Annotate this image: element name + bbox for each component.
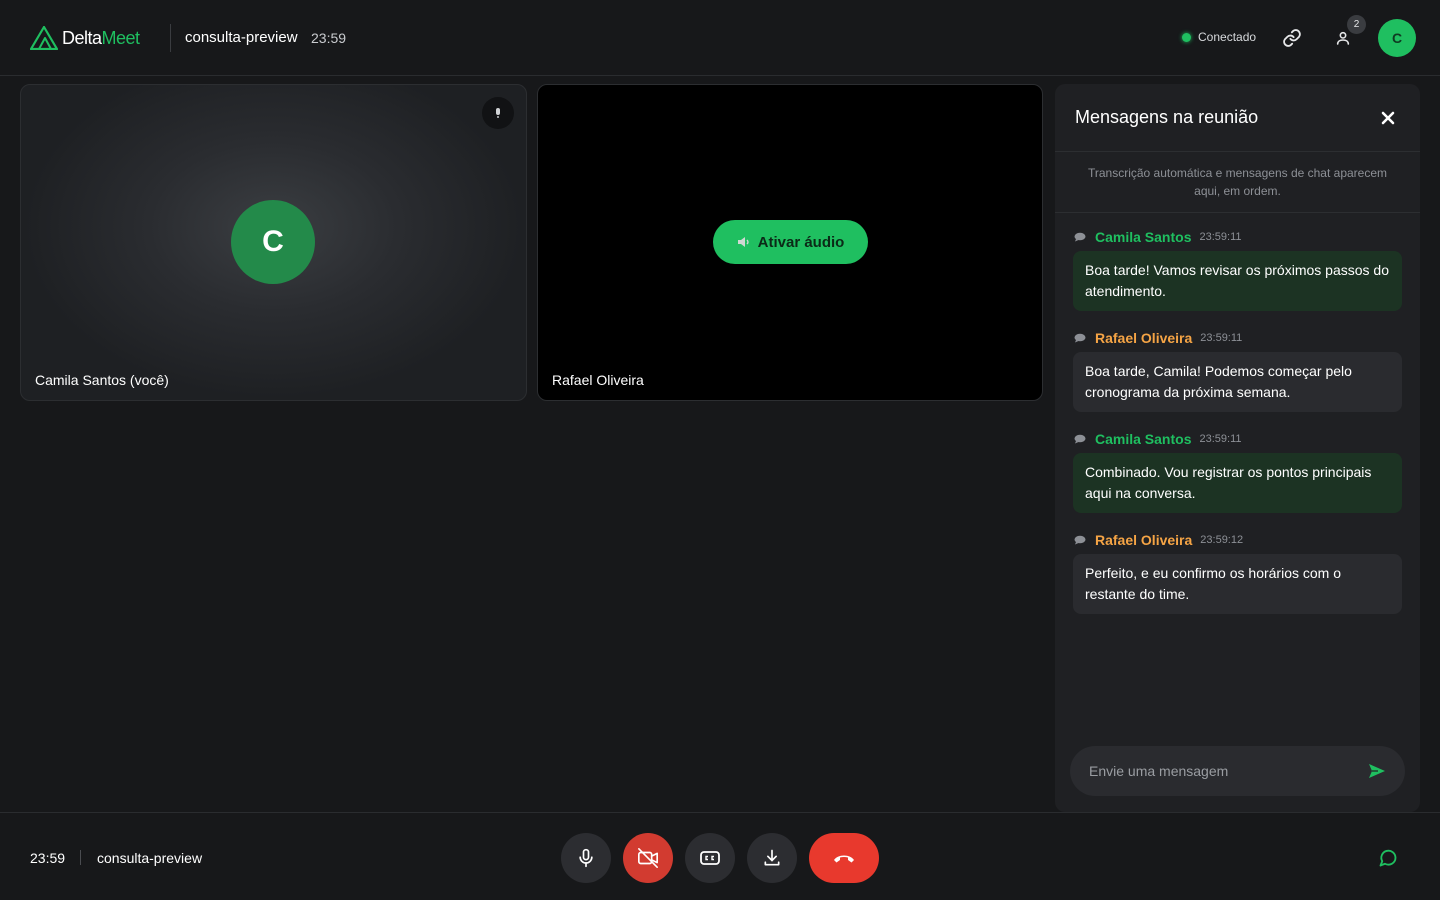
message-author: Camila Santos xyxy=(1095,431,1192,447)
chat-header: Mensagens na reunião xyxy=(1055,84,1420,152)
message-author: Rafael Oliveira xyxy=(1095,532,1193,548)
message-text: Perfeito, e eu confirmo os horários com … xyxy=(1073,554,1402,614)
toggle-camera-button[interactable] xyxy=(623,833,673,883)
send-icon xyxy=(1369,764,1385,778)
meeting-clock: 23:59 xyxy=(311,30,347,46)
chat-bubble-icon xyxy=(1074,434,1086,444)
message-time: 23:59:11 xyxy=(1200,332,1243,344)
message-text: Combinado. Vou registrar os pontos princ… xyxy=(1073,453,1402,513)
room-name: consulta-preview xyxy=(185,29,298,46)
download-icon xyxy=(764,849,780,866)
message-header: Camila Santos 23:59:11 xyxy=(1073,429,1402,449)
message-time: 23:59:11 xyxy=(1199,231,1242,243)
message-composer xyxy=(1070,746,1405,796)
message-header: Camila Santos 23:59:11 xyxy=(1073,227,1402,247)
chat-message: Rafael Oliveira 23:59:11 Boa tarde, Cami… xyxy=(1073,328,1402,412)
header-divider xyxy=(170,24,171,52)
message-text: Boa tarde! Vamos revisar os próximos pas… xyxy=(1073,251,1402,311)
download-button[interactable] xyxy=(747,833,797,883)
chat-icon xyxy=(1379,849,1397,867)
chat-title: Mensagens na reunião xyxy=(1075,107,1259,127)
participant-avatar: C xyxy=(231,200,315,284)
participant-name: Camila Santos (você) xyxy=(35,372,169,388)
close-icon xyxy=(1381,111,1395,124)
message-text: Boa tarde, Camila! Podemos começar pelo … xyxy=(1073,352,1402,412)
remote-video-tile: Ativar áudio Rafael Oliveira xyxy=(537,84,1043,401)
participant-name: Rafael Oliveira xyxy=(552,372,644,388)
status-label: Conectado xyxy=(1198,30,1257,44)
message-header: Rafael Oliveira 23:59:11 xyxy=(1073,328,1402,348)
chat-message: Rafael Oliveira 23:59:12 Perfeito, e eu … xyxy=(1073,530,1402,614)
send-button[interactable] xyxy=(1365,759,1389,783)
chat-bubble-icon xyxy=(1074,232,1086,242)
link-icon xyxy=(1283,29,1301,47)
bottom-control-bar: 23:59 consulta-preview xyxy=(0,812,1440,900)
close-chat-button[interactable] xyxy=(1376,106,1400,130)
mic-icon xyxy=(579,848,593,868)
user-avatar[interactable]: C xyxy=(1378,19,1416,57)
mic-icon xyxy=(496,108,500,118)
enable-audio-label: Ativar áudio xyxy=(757,233,845,251)
enable-audio-button[interactable]: Ativar áudio xyxy=(713,220,868,264)
copy-link-button[interactable] xyxy=(1274,20,1310,56)
status-dot xyxy=(1182,32,1191,42)
mic-status-indicator xyxy=(482,97,514,129)
connection-status: Conectado xyxy=(1182,30,1256,44)
leave-call-button[interactable] xyxy=(809,833,879,883)
chat-bubble-icon xyxy=(1074,333,1086,343)
toggle-chat-button[interactable] xyxy=(1376,846,1400,870)
people-icon xyxy=(1336,31,1350,45)
footer-room-name: consulta-preview xyxy=(97,850,203,866)
toggle-mic-button[interactable] xyxy=(561,833,611,883)
brand-logo: DeltaMeet xyxy=(30,24,140,52)
chat-panel: Mensagens na reunião Transcrição automát… xyxy=(1055,84,1420,812)
message-list: Camila Santos 23:59:11 Boa tarde! Vamos … xyxy=(1055,213,1420,614)
self-video-tile: C Camila Santos (você) xyxy=(20,84,527,401)
top-bar: DeltaMeet consulta-preview 23:59 Conecta… xyxy=(0,0,1440,76)
participants-count-badge: 2 xyxy=(1347,15,1366,34)
logo-icon xyxy=(30,26,58,50)
message-time: 23:59:11 xyxy=(1199,433,1242,445)
chat-message: Camila Santos 23:59:11 Boa tarde! Vamos … xyxy=(1073,227,1402,311)
message-author: Camila Santos xyxy=(1095,229,1192,245)
captions-button[interactable] xyxy=(685,833,735,883)
hang-up-icon xyxy=(834,855,854,863)
chat-info-note: Transcrição automática e mensagens de ch… xyxy=(1055,152,1420,213)
chat-message: Camila Santos 23:59:11 Combinado. Vou re… xyxy=(1073,429,1402,513)
message-author: Rafael Oliveira xyxy=(1095,330,1193,346)
brand-name: DeltaMeet xyxy=(62,27,140,48)
camera-off-icon xyxy=(638,848,658,868)
footer-divider xyxy=(80,850,81,865)
chat-bubble-icon xyxy=(1074,535,1086,545)
message-time: 23:59:12 xyxy=(1200,534,1244,546)
message-header: Rafael Oliveira 23:59:12 xyxy=(1073,530,1402,550)
footer-clock: 23:59 xyxy=(30,850,66,866)
speaker-icon xyxy=(737,237,749,247)
message-input[interactable] xyxy=(1089,763,1365,779)
captions-icon xyxy=(700,851,720,865)
